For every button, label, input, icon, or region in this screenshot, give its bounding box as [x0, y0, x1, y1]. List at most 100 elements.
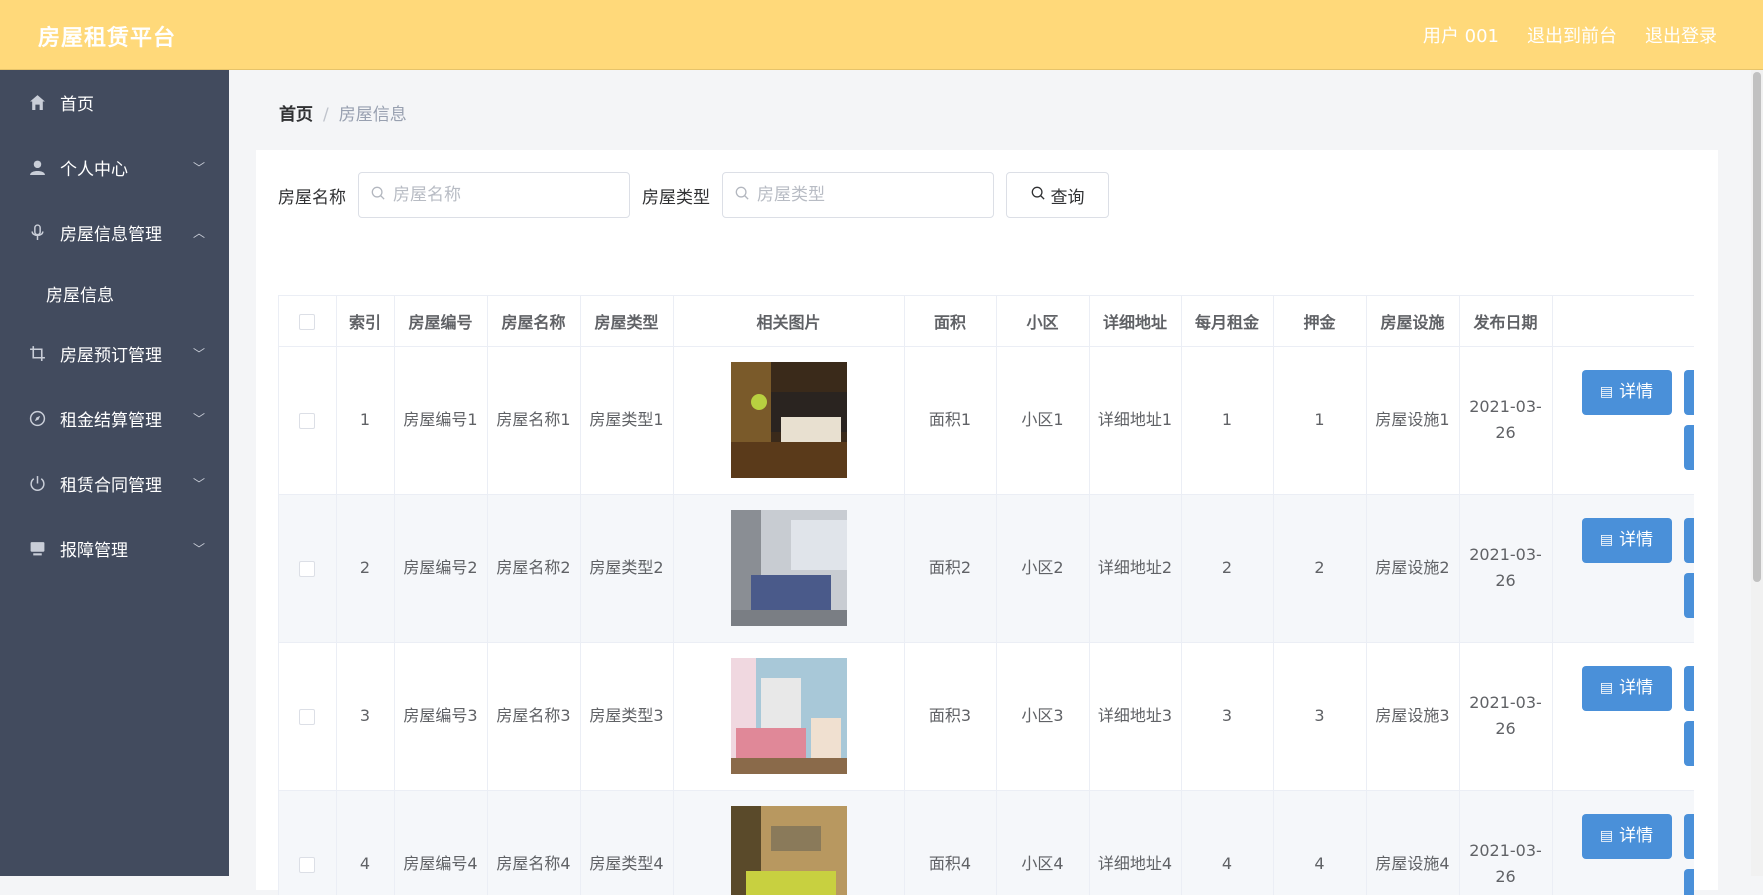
- cell-rent: 3: [1181, 642, 1273, 790]
- house-photo: [731, 510, 847, 626]
- cell-name: 房屋名称3: [487, 642, 580, 790]
- chevron-down-icon: ﹀: [193, 475, 205, 492]
- col-header: 小区: [996, 296, 1089, 346]
- sidebar-item-label: 个人中心: [60, 155, 128, 180]
- name-label: 房屋名称: [278, 183, 346, 208]
- cell-ops: ▤详情: [1552, 346, 1694, 494]
- cell-area: 面积3: [904, 642, 996, 790]
- table-row: 4 房屋编号4 房屋名称4 房屋类型4 面积4 小区4 详细地址4 4: [279, 790, 1694, 895]
- col-header: 房屋名称: [487, 296, 580, 346]
- back-to-front-link[interactable]: 退出到前台: [1527, 22, 1617, 48]
- scrollbar-thumb[interactable]: [1753, 72, 1761, 582]
- table-row: 1 房屋编号1 房屋名称1 房屋类型1 面积1 小区1 详细地址1 1: [279, 346, 1694, 494]
- breadcrumb-current: 房屋信息: [339, 105, 407, 125]
- content-panel: 房屋名称 房屋类型 查询: [256, 150, 1718, 890]
- sidebar-item-label: 租金结算管理: [60, 406, 162, 431]
- cell-image: [673, 346, 904, 494]
- document-icon: ▤: [1600, 823, 1613, 849]
- sidebar-item-rent-settlement[interactable]: 租金结算管理 ﹀: [0, 386, 229, 451]
- detail-button[interactable]: ▤详情: [1582, 666, 1672, 711]
- cell-name: 房屋名称1: [487, 346, 580, 494]
- cell-index: 4: [336, 790, 394, 895]
- chevron-down-icon: ﹀: [193, 410, 205, 427]
- search-icon: [371, 186, 385, 204]
- page-scrollbar[interactable]: [1751, 70, 1763, 876]
- home-icon: [26, 94, 48, 111]
- sidebar-item-booking-mgmt[interactable]: 房屋预订管理 ﹀: [0, 321, 229, 386]
- col-header: 房屋设施: [1366, 296, 1459, 346]
- user-link[interactable]: 用户 001: [1423, 22, 1499, 48]
- row-select-cell: [279, 790, 336, 895]
- col-header: 面积: [904, 296, 996, 346]
- chevron-down-icon: ﹀: [193, 159, 205, 176]
- cell-deposit: 1: [1273, 346, 1366, 494]
- search-form: 房屋名称 房屋类型 查询: [278, 172, 1109, 218]
- sidebar-item-contract-mgmt[interactable]: 租赁合同管理 ﹀: [0, 451, 229, 516]
- cell-code: 房屋编号1: [394, 346, 487, 494]
- cell-type: 房屋类型3: [580, 642, 673, 790]
- edit-button[interactable]: [1684, 814, 1695, 859]
- sidebar-item-label: 报障管理: [60, 536, 128, 561]
- col-header: 房屋类型: [580, 296, 673, 346]
- row-select-cell: [279, 346, 336, 494]
- logout-link[interactable]: 退出登录: [1645, 22, 1717, 48]
- col-header: 详细地址: [1089, 296, 1181, 346]
- breadcrumb-home[interactable]: 首页: [279, 105, 313, 125]
- name-search-input[interactable]: [393, 185, 613, 205]
- detail-button[interactable]: ▤详情: [1582, 370, 1672, 415]
- sidebar-item-personal-center[interactable]: 个人中心 ﹀: [0, 135, 229, 200]
- row-select-cell: [279, 494, 336, 642]
- sidebar-item-fault-report[interactable]: 报障管理 ﹀: [0, 516, 229, 581]
- sidebar-item-house-info-mgmt[interactable]: 房屋信息管理 ︿: [0, 200, 229, 265]
- sidebar-item-home[interactable]: 首页: [0, 70, 229, 135]
- sidebar-item-label: 租赁合同管理: [60, 471, 162, 496]
- breadcrumb: 首页/房屋信息: [279, 100, 407, 125]
- cell-rent: 2: [1181, 494, 1273, 642]
- house-photo: [731, 658, 847, 774]
- cell-date: 2021-03-26: [1459, 346, 1552, 494]
- row-select-cell: [279, 642, 336, 790]
- mic-icon: [26, 224, 48, 241]
- cell-date: 2021-03-26: [1459, 790, 1552, 895]
- row-checkbox[interactable]: [299, 857, 315, 873]
- type-search-box[interactable]: [722, 172, 994, 218]
- row-checkbox[interactable]: [299, 413, 315, 429]
- sidebar: 首页 个人中心 ﹀ 房屋信息管理 ︿ 房屋信息 房屋预订管理 ﹀ 租金结算管理 …: [0, 70, 229, 876]
- col-header: 押金: [1273, 296, 1366, 346]
- cell-facility: 房屋设施1: [1366, 346, 1459, 494]
- query-button[interactable]: 查询: [1006, 172, 1109, 218]
- cell-area: 面积1: [904, 346, 996, 494]
- delete-button[interactable]: [1684, 425, 1695, 470]
- delete-button[interactable]: [1684, 573, 1695, 618]
- detail-button[interactable]: ▤详情: [1582, 518, 1672, 563]
- row-checkbox[interactable]: [299, 561, 315, 577]
- name-search-box[interactable]: [358, 172, 630, 218]
- edit-button[interactable]: [1684, 370, 1695, 415]
- main-content: 首页/房屋信息 房屋名称 房屋类型 查询: [229, 70, 1763, 876]
- chevron-up-icon: ︿: [193, 224, 205, 241]
- search-icon: [735, 186, 749, 204]
- sidebar-subitem-label: 房屋信息: [46, 281, 114, 306]
- cell-image: [673, 494, 904, 642]
- brand-title: 房屋租赁平台: [38, 20, 176, 52]
- select-all-checkbox[interactable]: [299, 314, 315, 330]
- col-header: 相关图片: [673, 296, 904, 346]
- delete-button[interactable]: [1684, 869, 1695, 895]
- cell-area: 面积4: [904, 790, 996, 895]
- chevron-down-icon: ﹀: [193, 345, 205, 362]
- sidebar-subitem-house-info[interactable]: 房屋信息: [0, 265, 229, 321]
- sidebar-item-label: 房屋信息管理: [60, 220, 162, 245]
- detail-button[interactable]: ▤详情: [1582, 814, 1672, 859]
- cell-area: 面积2: [904, 494, 996, 642]
- chevron-down-icon: ﹀: [193, 540, 205, 557]
- delete-button[interactable]: [1684, 721, 1695, 766]
- edit-button[interactable]: [1684, 666, 1695, 711]
- document-icon: ▤: [1600, 675, 1613, 701]
- type-search-input[interactable]: [757, 185, 977, 205]
- cell-ops: ▤详情: [1552, 790, 1694, 895]
- edit-button[interactable]: [1684, 518, 1695, 563]
- row-checkbox[interactable]: [299, 709, 315, 725]
- detail-button-label: 详情: [1619, 379, 1653, 405]
- user-icon: [26, 159, 48, 176]
- cell-address: 详细地址3: [1089, 642, 1181, 790]
